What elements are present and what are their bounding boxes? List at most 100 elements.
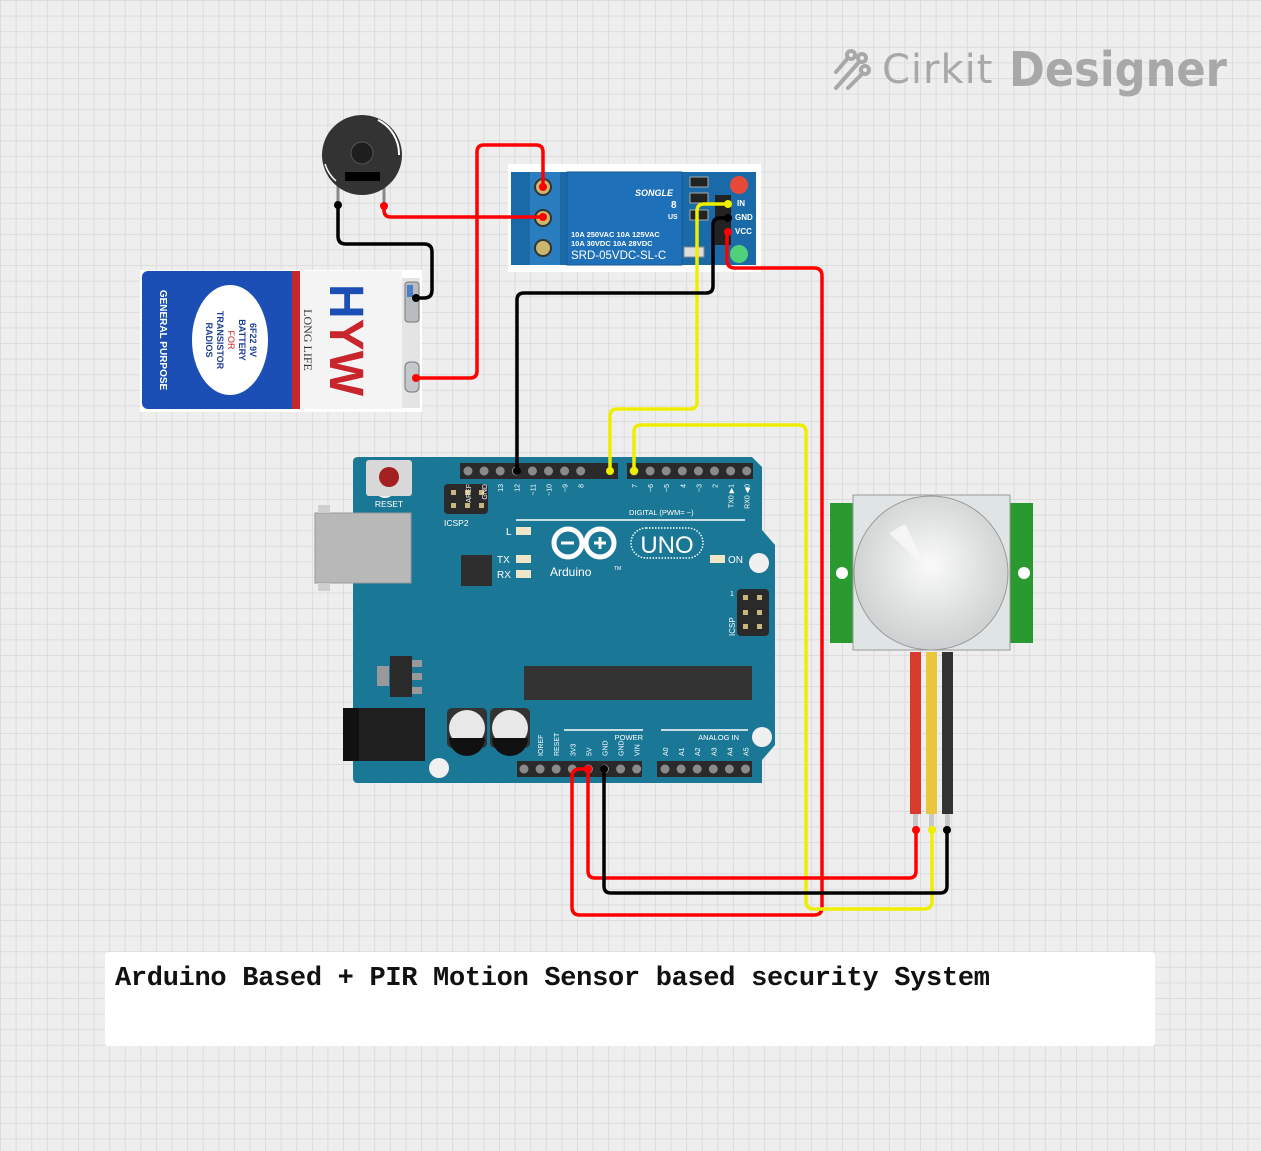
header-pin[interactable] xyxy=(677,466,687,476)
pin-label: ~6 xyxy=(648,484,655,492)
relay-model: SRD-05VDC-SL-C xyxy=(571,250,666,262)
battery-label-line: 6F22 9V xyxy=(248,323,258,357)
pir-dome xyxy=(853,495,1009,651)
endpoint xyxy=(606,467,614,475)
header-pin[interactable] xyxy=(527,466,537,476)
pir-mount-hole xyxy=(836,567,848,579)
relay-power-led xyxy=(730,176,748,194)
usb-port-tab xyxy=(318,583,330,591)
relay-smd-part xyxy=(689,209,709,221)
header-pin[interactable] xyxy=(708,764,718,774)
reset-button[interactable] xyxy=(366,460,412,496)
pir-wire-gnd xyxy=(942,652,953,814)
pin-label: ~9 xyxy=(563,484,570,492)
pin-label: VIN xyxy=(635,744,642,756)
relay-smd-part xyxy=(689,192,709,204)
header-pin[interactable] xyxy=(661,466,671,476)
analog-header xyxy=(657,761,752,777)
pin-label: 7 xyxy=(632,484,639,488)
pir-sensor[interactable] xyxy=(830,494,1033,830)
header-pin[interactable] xyxy=(726,466,736,476)
usb-port-tab xyxy=(318,505,330,513)
endpoint xyxy=(724,200,732,208)
relay-diode xyxy=(683,246,705,258)
header-pin[interactable] xyxy=(616,764,626,774)
header-pin[interactable] xyxy=(660,764,670,774)
relay-pin-label-vcc: VCC xyxy=(735,227,752,236)
endpoint xyxy=(630,467,638,475)
arduino-brand-label: Arduino xyxy=(550,565,592,579)
header-pin[interactable] xyxy=(645,466,655,476)
pin-label: 3V3 xyxy=(570,743,577,756)
diagram-title-box[interactable]: Arduino Based + PIR Motion Sensor based … xyxy=(105,952,1155,1046)
header-pin[interactable] xyxy=(741,764,750,774)
pin-label: 13 xyxy=(498,484,505,492)
battery-label-line: RADIOS xyxy=(204,322,214,357)
buzzer[interactable] xyxy=(322,115,402,205)
pin-label: 2 xyxy=(713,484,720,488)
header-pin[interactable] xyxy=(692,764,702,774)
usb-chip xyxy=(461,555,492,586)
relay-rating-line: 10A 250VAC 10A 125VAC xyxy=(571,230,660,239)
wire-pir-vcc-5v[interactable] xyxy=(586,767,918,880)
endpoint xyxy=(380,202,388,210)
pin-label: ~10 xyxy=(547,484,554,496)
header-pin[interactable] xyxy=(535,764,545,774)
battery-label-line: FOR xyxy=(226,331,236,350)
relay-pin-label-gnd: GND xyxy=(735,213,753,222)
trademark: TM xyxy=(614,566,621,572)
pin-label: GND xyxy=(603,740,610,756)
regulator-pin xyxy=(412,660,422,667)
arduino-uno[interactable]: RESET ICSP2 L TX RX ON UNO Arduino TM AR… xyxy=(314,457,775,783)
pir-wire-vcc xyxy=(910,652,921,814)
header-pin[interactable] xyxy=(710,466,719,476)
endpoint xyxy=(724,228,732,236)
relay-rating-line: 10A 30VDC 10A 28VDC xyxy=(571,239,653,248)
endpoint xyxy=(539,183,547,191)
pin-label: 12 xyxy=(514,484,521,492)
pin-label: A1 xyxy=(679,747,686,756)
endpoint xyxy=(513,467,521,475)
buzzer-hole xyxy=(350,141,374,165)
endpoint xyxy=(724,214,732,222)
usb-port xyxy=(314,512,412,584)
header-pin[interactable] xyxy=(463,466,473,476)
capacitor xyxy=(447,708,487,756)
battery-side-text: GENERAL PURPOSE xyxy=(157,290,168,391)
battery-label-line: BATTERY xyxy=(237,319,247,361)
header-pin[interactable] xyxy=(632,764,642,774)
header-pin[interactable] xyxy=(544,466,553,476)
header-pin[interactable] xyxy=(495,466,505,476)
wire-pir-gnd[interactable] xyxy=(602,767,949,895)
battery-label-line: TRANSISTOR xyxy=(215,311,225,370)
atmega-chip xyxy=(524,666,752,700)
header-pin[interactable] xyxy=(576,466,586,476)
header-pin[interactable] xyxy=(693,466,703,476)
endpoint xyxy=(334,201,342,209)
relay-status-led xyxy=(730,245,748,263)
pin-label: AREF xyxy=(466,484,473,503)
icsp-pin1-label: 1 xyxy=(730,591,734,598)
endpoint xyxy=(412,294,420,302)
mounting-hole xyxy=(749,553,769,573)
pin-label: 8 xyxy=(579,484,586,488)
led-label-on: ON xyxy=(728,555,743,566)
header-pin[interactable] xyxy=(676,764,686,774)
header-pin[interactable] xyxy=(560,466,570,476)
mounting-hole xyxy=(429,758,449,778)
regulator-pin xyxy=(412,673,422,680)
relay-smd-part xyxy=(689,176,709,188)
header-pin[interactable] xyxy=(519,764,529,774)
pin-label: ~3 xyxy=(696,484,703,492)
pin-label: A4 xyxy=(727,747,734,756)
endpoint xyxy=(912,826,920,834)
pin-label: GND xyxy=(482,484,489,500)
pin-label: A0 xyxy=(663,747,670,756)
header-pin[interactable] xyxy=(742,466,752,476)
header-pin[interactable] xyxy=(724,764,734,774)
header-pin[interactable] xyxy=(551,764,561,774)
battery-9v[interactable]: GENERAL PURPOSE 6F22 9V BATTERY FOR TRAN… xyxy=(140,270,422,412)
header-pin[interactable] xyxy=(479,466,489,476)
pin-label: IOREF xyxy=(538,735,545,756)
relay-us-mark: US xyxy=(668,214,678,221)
